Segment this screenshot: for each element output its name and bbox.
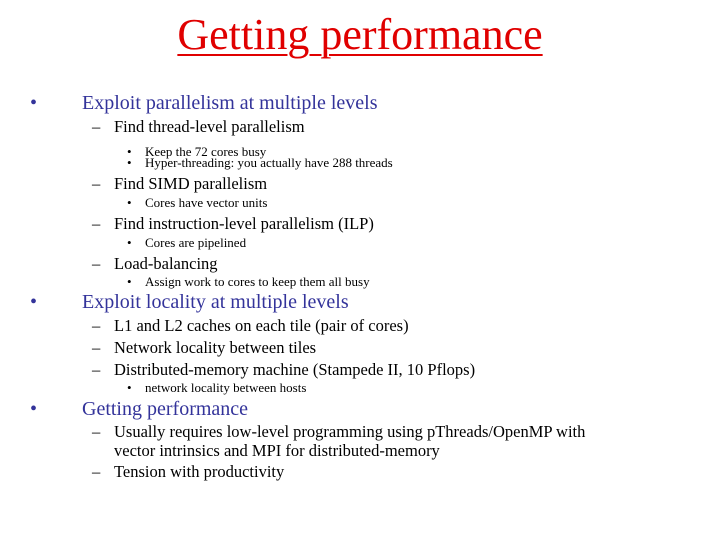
bullet-level2: – Usually requires low-level programming …: [92, 422, 585, 442]
bullet-level2: – Network locality between tiles: [92, 338, 316, 358]
bullet-level3: • network locality between hosts: [127, 380, 306, 396]
bullet-level1: • Getting performance: [30, 398, 248, 421]
bullet-level2: – Find instruction-level parallelism (ILP…: [92, 214, 374, 234]
bullet-text: network locality between hosts: [145, 380, 307, 395]
bullet-level1: • Exploit locality at multiple levels: [30, 291, 349, 314]
bullet-marker: •: [30, 291, 38, 313]
bullet-text: L1 and L2 caches on each tile (pair of c…: [114, 316, 409, 335]
bullet-level2: – L1 and L2 caches on each tile (pair of …: [92, 316, 409, 336]
bullet-text: Find instruction-level parallelism (ILP): [114, 214, 374, 233]
bullet-text: Exploit parallelism at multiple levels: [82, 92, 378, 114]
bullet-marker: •: [127, 195, 132, 210]
dash-marker: –: [92, 174, 101, 193]
bullet-text: Usually requires low-level programming u…: [114, 422, 586, 441]
bullet-text: Distributed-memory machine (Stampede II,…: [114, 360, 476, 379]
dash-marker: –: [92, 422, 101, 441]
bullet-level3: • Cores have vector units: [127, 195, 267, 211]
bullet-level2: – Find SIMD parallelism: [92, 174, 267, 194]
bullet-text: Cores have vector units: [145, 195, 268, 210]
dash-marker: –: [92, 338, 101, 357]
bullet-text: Network locality between tiles: [114, 338, 317, 357]
bullet-marker: •: [127, 274, 132, 289]
bullet-level3: • Cores are pipelined: [127, 235, 246, 251]
bullet-level3: • Hyper-threading: you actually have 288 …: [127, 155, 393, 171]
bullet-marker: •: [30, 92, 38, 114]
bullet-level2: – Tension with productivity: [92, 462, 284, 482]
bullet-text: Tension with productivity: [114, 462, 285, 481]
bullet-text: Exploit locality at multiple levels: [82, 291, 349, 313]
bullet-marker: •: [30, 398, 38, 420]
bullet-continuation: vector intrinsics and MPI for distribute…: [114, 441, 440, 460]
bullet-marker: •: [127, 380, 132, 395]
bullet-level1: • Exploit parallelism at multiple levels: [30, 92, 378, 115]
bullet-marker: •: [127, 235, 132, 250]
dash-marker: –: [92, 117, 101, 136]
bullet-text: Assign work to cores to keep them all bu…: [145, 274, 370, 289]
bullet-level2: – Find thread-level parallelism: [92, 117, 305, 137]
bullet-text: Find SIMD parallelism: [114, 174, 268, 193]
dash-marker: –: [92, 462, 101, 481]
dash-marker: –: [92, 214, 101, 233]
bullet-text: Hyper-threading: you actually have 288 t…: [145, 155, 393, 170]
dash-marker: –: [92, 360, 101, 379]
bullet-level2: – Load-balancing: [92, 254, 218, 274]
bullet-marker: •: [127, 155, 132, 170]
bullet-text: Getting performance: [82, 398, 249, 420]
slide-title: Getting performance: [177, 10, 543, 59]
bullet-text: Load-balancing: [114, 254, 218, 273]
bullet-text: Cores are pipelined: [145, 235, 247, 250]
bullet-text: Find thread-level parallelism: [114, 117, 305, 136]
bullet-level3: • Assign work to cores to keep them all b…: [127, 274, 370, 290]
dash-marker: –: [92, 254, 101, 273]
bullet-level2: – Distributed-memory machine (Stampede II…: [92, 360, 475, 380]
dash-marker: –: [92, 316, 101, 335]
